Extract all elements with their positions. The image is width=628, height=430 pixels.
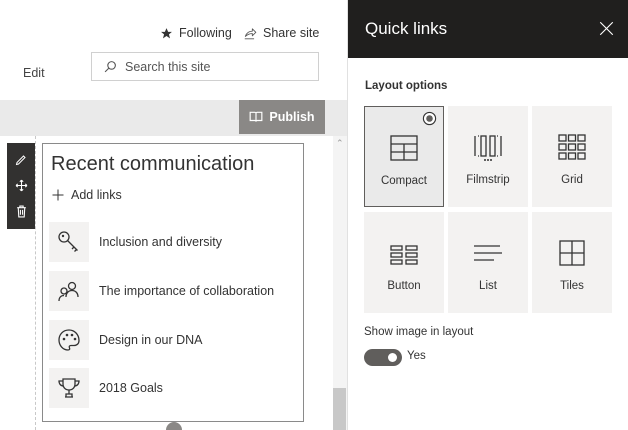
- layout-label: Filmstrip: [466, 174, 510, 186]
- move-icon[interactable]: [15, 179, 28, 192]
- link-item[interactable]: Design in our DNA: [49, 320, 299, 360]
- pane-header: Quick links: [348, 0, 628, 58]
- following-label: Following: [179, 26, 232, 40]
- scrollbar-thumb[interactable]: [333, 388, 346, 430]
- search-input[interactable]: [125, 59, 295, 74]
- publish-label: Publish: [269, 110, 315, 124]
- add-links-label: Add links: [71, 188, 122, 202]
- layout-label: Grid: [561, 174, 583, 186]
- compact-layout-icon: [390, 135, 418, 161]
- pencil-icon[interactable]: [15, 154, 27, 166]
- show-image-toggle[interactable]: [364, 349, 402, 366]
- search-box[interactable]: [91, 52, 319, 81]
- toggle-knob: [388, 353, 397, 362]
- section-boundary: [35, 136, 36, 430]
- list-layout-icon: [474, 245, 502, 261]
- webpart-toolbar: [7, 143, 35, 229]
- link-label: Design in our DNA: [99, 333, 203, 347]
- page-editor: Following Share site Edit Publish ⌃ Rece…: [0, 0, 347, 430]
- property-pane: Quick links Layout options Compact Films…: [347, 0, 628, 430]
- filmstrip-layout-icon: [474, 135, 502, 161]
- publish-button[interactable]: Publish: [239, 100, 325, 134]
- link-label: Inclusion and diversity: [99, 235, 222, 249]
- scroll-up-icon[interactable]: ⌃: [336, 138, 344, 149]
- webpart-title[interactable]: Recent communication: [51, 153, 254, 176]
- link-item[interactable]: Inclusion and diversity: [49, 222, 299, 262]
- book-icon: [250, 111, 263, 122]
- close-button[interactable]: [597, 19, 615, 37]
- pane-title: Quick links: [365, 19, 448, 38]
- link-label: The importance of collaboration: [99, 284, 275, 298]
- show-image-label: Show image in layout: [364, 326, 474, 338]
- star-icon: [161, 27, 172, 38]
- palette-icon: [58, 329, 80, 351]
- key-icon: [58, 231, 78, 252]
- trash-icon[interactable]: [16, 205, 27, 218]
- share-icon: [244, 27, 257, 39]
- button-layout-icon: [390, 245, 418, 265]
- layout-options-label: Layout options: [365, 80, 448, 92]
- link-label: 2018 Goals: [99, 381, 163, 395]
- layout-tiles[interactable]: Tiles: [532, 212, 612, 313]
- link-item[interactable]: 2018 Goals: [49, 368, 299, 408]
- layout-filmstrip[interactable]: Filmstrip: [448, 106, 528, 207]
- layout-list[interactable]: List: [448, 212, 528, 313]
- scrollbar[interactable]: [333, 136, 347, 430]
- close-icon: [599, 21, 613, 35]
- site-header: Following Share site Edit: [0, 0, 347, 100]
- layout-compact[interactable]: Compact: [364, 106, 444, 207]
- grid-layout-icon: [558, 134, 586, 160]
- toggle-state-label: Yes: [407, 350, 426, 362]
- people-icon: [58, 281, 79, 302]
- plus-icon: [52, 189, 64, 201]
- share-site-button[interactable]: Share site: [243, 26, 319, 40]
- link-item[interactable]: The importance of collaboration: [49, 271, 299, 311]
- layout-grid[interactable]: Grid: [532, 106, 612, 207]
- quick-links-webpart[interactable]: Recent communication Add links Inclusion…: [42, 143, 304, 422]
- layout-label: Compact: [380, 175, 428, 187]
- search-icon: [104, 61, 116, 73]
- add-links-button[interactable]: Add links: [52, 188, 122, 202]
- selected-radio-icon: [422, 111, 437, 126]
- following-button[interactable]: Following: [160, 26, 232, 40]
- edit-label[interactable]: Edit: [23, 66, 45, 80]
- tiles-layout-icon: [559, 240, 585, 266]
- layout-label: Tiles: [560, 280, 584, 292]
- layout-label: List: [479, 280, 497, 292]
- layout-label: Button: [387, 280, 421, 292]
- share-site-label: Share site: [263, 26, 320, 40]
- layout-button[interactable]: Button: [364, 212, 444, 313]
- trophy-icon: [58, 378, 80, 398]
